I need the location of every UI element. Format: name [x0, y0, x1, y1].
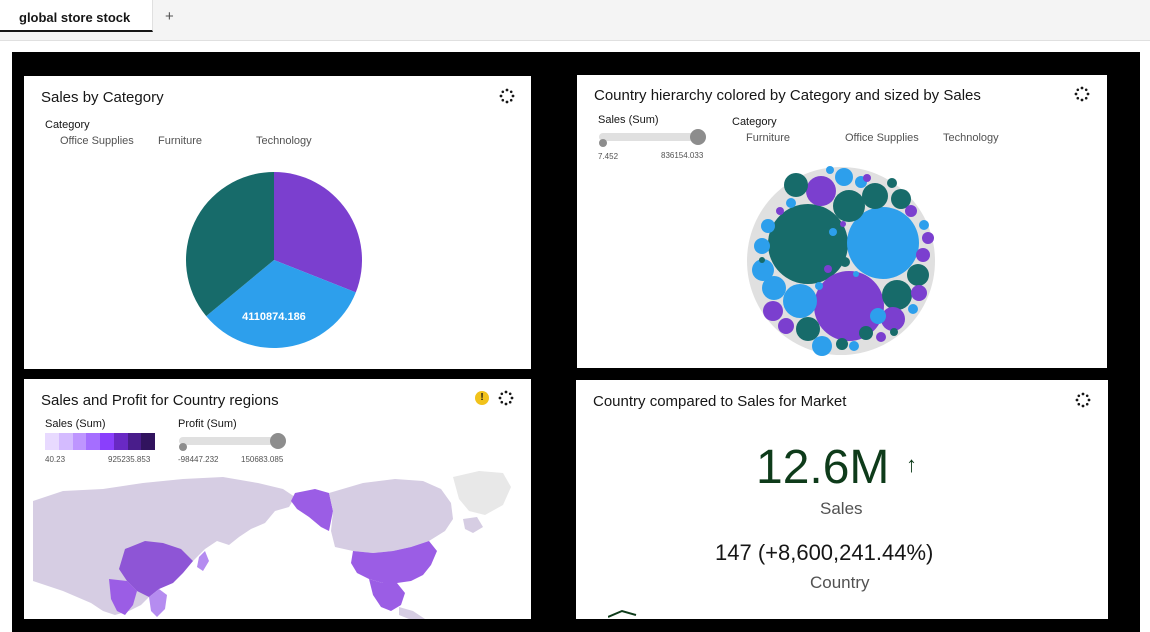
bubble-country [812, 336, 832, 356]
widget-kpi[interactable]: Country compared to Sales for Market 12.… [576, 380, 1108, 619]
size-legend-slider[interactable] [179, 437, 283, 445]
gear-icon[interactable] [1075, 392, 1091, 408]
bubble-country [876, 332, 886, 342]
bubble-country [890, 328, 898, 336]
bubble-country [863, 174, 871, 182]
warning-icon[interactable]: ! [475, 391, 489, 405]
bubble-country [916, 248, 930, 262]
gear-icon[interactable] [499, 88, 515, 104]
bubble-country [786, 198, 796, 208]
bubble-country [835, 168, 853, 186]
widget-country-hierarchy[interactable]: Country hierarchy colored by Category an… [577, 75, 1107, 368]
bubble-country [776, 207, 784, 215]
legend-item-technology[interactable]: Technology [943, 132, 999, 144]
bubble-country [870, 308, 886, 324]
legend-item-technology[interactable]: Technology [256, 135, 312, 147]
bubble-country [796, 317, 820, 341]
bubble-country [815, 282, 823, 290]
color-ramp-step [100, 433, 114, 450]
bubble-country [905, 205, 917, 217]
widget-sales-by-category[interactable]: Sales by Category Category Office Suppli… [24, 76, 531, 369]
size-max-label: 150683.085 [241, 455, 284, 464]
legend-title: Category [732, 116, 777, 128]
tab-label: global store stock [19, 10, 131, 25]
color-ramp-step [72, 433, 87, 450]
bubble-country [761, 219, 775, 233]
kpi-value-label: Sales [820, 499, 863, 518]
legend-item-furniture[interactable]: Furniture [746, 132, 790, 144]
gear-icon[interactable] [1074, 86, 1090, 102]
kpi-value: 12.6M [756, 441, 890, 494]
tab-bar: global store stock + [0, 0, 1150, 41]
color-ramp-step [113, 433, 128, 450]
slider-max-handle[interactable] [690, 129, 706, 145]
bubble-country [778, 318, 794, 334]
widget-title: Sales by Category [41, 89, 164, 106]
bubble-country [783, 284, 817, 318]
kpi-compare-value: 147 (+8,600,241.44%) [715, 540, 934, 565]
pie-data-label: 4110874.186 [242, 311, 306, 323]
bubble-country [824, 265, 832, 273]
bubble-country [768, 204, 848, 284]
tab-global-store-stock[interactable]: global store stock [0, 0, 153, 32]
bubble-country [907, 264, 929, 286]
color-ramp-step [58, 433, 73, 450]
color-ramp-step [141, 433, 155, 450]
pie-chart[interactable]: 4110874.186 [184, 170, 364, 350]
legend-item-furniture[interactable]: Furniture [158, 135, 202, 147]
widget-title: Sales and Profit for Country regions [41, 392, 279, 409]
slider-min-handle[interactable] [599, 139, 607, 147]
color-ramp-step [45, 433, 59, 450]
bubble-country [862, 183, 888, 209]
bubble-country [759, 257, 765, 263]
color-ramp-step [86, 433, 100, 450]
packed-bubble-chart[interactable] [746, 166, 936, 356]
widget-title: Country hierarchy colored by Category an… [594, 87, 981, 104]
bubble-country [840, 257, 850, 267]
color-ramp-step [127, 433, 142, 450]
bubble-country [836, 338, 848, 350]
bubble-country [887, 178, 897, 188]
bubble-country [763, 301, 783, 321]
bubble-country [911, 285, 927, 301]
bubble-country [859, 326, 873, 340]
bubble-country [806, 176, 836, 206]
slider-min-handle[interactable] [179, 443, 187, 451]
widget-sales-profit-map[interactable]: Sales and Profit for Country regions ! S… [24, 379, 531, 619]
color-legend-title: Sales (Sum) [45, 418, 106, 430]
bubble-country [882, 280, 912, 310]
sparkline [608, 609, 637, 618]
color-min-label: 40.23 [45, 455, 66, 464]
gear-icon[interactable] [498, 390, 514, 406]
add-tab-button[interactable]: + [165, 8, 174, 25]
color-max-label: 925235.853 [108, 455, 151, 464]
bubble-country [922, 232, 934, 244]
canvas-right-edge [1137, 52, 1140, 619]
legend-item-office-supplies[interactable]: Office Supplies [845, 132, 919, 144]
slider-max-handle[interactable] [270, 433, 286, 449]
bubble-country [833, 190, 865, 222]
size-min-label: -98447.232 [178, 455, 219, 464]
size-max-label: 836154.033 [661, 151, 704, 160]
bubble-country [840, 221, 846, 227]
size-min-label: 7.452 [598, 152, 619, 161]
bubble-country [754, 238, 770, 254]
world-map[interactable] [33, 471, 521, 619]
widget-title: Country compared to Sales for Market [593, 393, 847, 410]
bubble-country [826, 166, 834, 174]
bubble-country [919, 220, 929, 230]
size-legend-title: Sales (Sum) [598, 114, 659, 126]
color-ramp-legend[interactable] [45, 433, 155, 450]
bubble-country [829, 228, 837, 236]
bubble-country [853, 271, 859, 277]
bubble-country [784, 173, 808, 197]
legend-item-office-supplies[interactable]: Office Supplies [60, 135, 134, 147]
size-legend-title: Profit (Sum) [178, 418, 237, 430]
bubble-country [908, 304, 918, 314]
bubble-country [849, 341, 859, 351]
bubble-country [814, 271, 884, 341]
legend-title: Category [45, 119, 90, 131]
trend-up-icon: ↑ [906, 452, 917, 477]
kpi-compare-label: Country [810, 573, 870, 592]
